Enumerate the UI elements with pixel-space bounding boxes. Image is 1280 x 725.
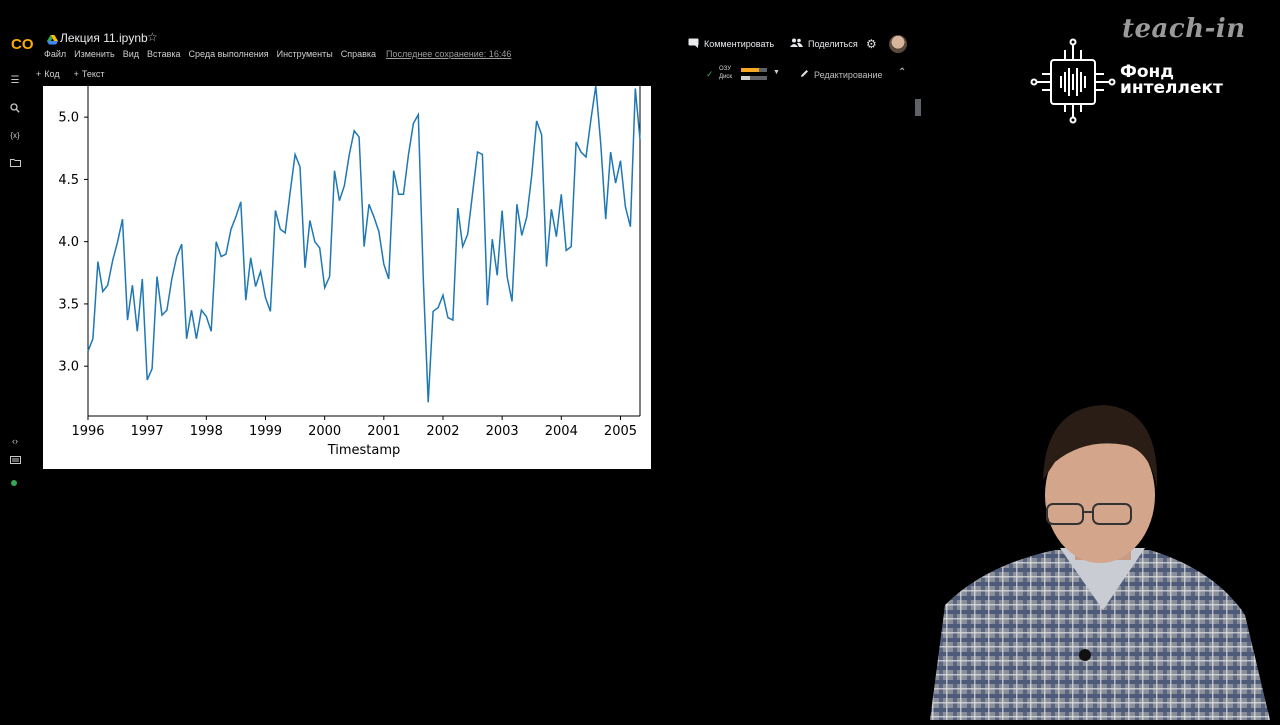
- ram-usage-fill: [741, 68, 760, 72]
- share-label: Поделиться: [808, 38, 858, 49]
- menu-bar: Файл Изменить Вид Вставка Среда выполнен…: [44, 49, 511, 59]
- menu-insert[interactable]: Вставка: [147, 49, 180, 59]
- teach-in-watermark: teach-in: [1122, 14, 1246, 44]
- presenter-video: [925, 400, 1280, 720]
- menu-edit[interactable]: Изменить: [74, 49, 115, 59]
- series-line: [87, 86, 641, 403]
- ram-usage-bar: [741, 68, 767, 72]
- x-tick-label: 1997: [131, 424, 164, 439]
- svg-text:CO: CO: [11, 36, 34, 53]
- x-axis-label: Timestamp: [327, 443, 401, 458]
- y-axis-ticks: 3.0 3.5 4.0 4.5 5.0: [58, 111, 88, 375]
- add-code-button[interactable]: + Код: [36, 69, 60, 79]
- add-text-button[interactable]: + Текст: [74, 69, 105, 79]
- fund-name-line2: интеллект: [1120, 78, 1223, 98]
- avatar[interactable]: [889, 35, 907, 53]
- last-save-link[interactable]: Последнее сохранение: 16:46: [386, 49, 511, 59]
- line-chart: 3.0 3.5 4.0 4.5 5.0 1996 1997 1998 1999 2000 2001…: [43, 86, 651, 469]
- folder-icon[interactable]: [8, 158, 22, 170]
- x-tick-label: 1996: [71, 424, 104, 439]
- fund-logo-icon: [1030, 36, 1116, 124]
- add-text-label: Текст: [81, 69, 105, 79]
- code-snippets-icon[interactable]: ‹›: [8, 435, 22, 447]
- menu-runtime[interactable]: Среда выполнения: [189, 49, 269, 59]
- x-tick-label: 1999: [249, 424, 282, 439]
- menu-help[interactable]: Справка: [341, 49, 376, 59]
- runtime-status-icon: [11, 480, 17, 486]
- y-tick-label: 3.0: [58, 360, 79, 375]
- fund-name: Фонд интеллект: [1120, 64, 1223, 98]
- x-tick-label: 2002: [426, 424, 459, 439]
- add-code-label: Код: [44, 69, 60, 79]
- disk-usage-bar: [741, 76, 767, 80]
- x-tick-label: 2003: [486, 424, 519, 439]
- gear-icon[interactable]: ⚙: [866, 37, 877, 51]
- chevron-down-icon[interactable]: ▼: [773, 69, 780, 76]
- editing-mode-button[interactable]: Редактирование: [800, 69, 883, 80]
- search-icon[interactable]: [8, 103, 22, 115]
- x-tick-label: 2004: [545, 424, 578, 439]
- plus-icon: +: [36, 69, 42, 79]
- drive-icon: [47, 32, 58, 45]
- notebook-title[interactable]: Лекция 11.ipynb: [60, 31, 148, 45]
- share-button[interactable]: Поделиться: [790, 38, 858, 49]
- comment-icon: [688, 38, 699, 50]
- menu-view[interactable]: Вид: [123, 49, 139, 59]
- x-tick-label: 1998: [190, 424, 223, 439]
- chart-svg: 3.0 3.5 4.0 4.5 5.0 1996 1997 1998 1999 2000 2001…: [58, 86, 641, 458]
- colab-logo[interactable]: CO: [10, 30, 38, 58]
- pencil-icon: [800, 69, 809, 80]
- disk-usage-fill: [741, 76, 751, 80]
- variables-icon[interactable]: {x}: [8, 130, 22, 142]
- menu-file[interactable]: Файл: [44, 49, 66, 59]
- menu-tools[interactable]: Инструменты: [277, 49, 333, 59]
- scrollbar-thumb[interactable]: [915, 99, 921, 116]
- y-tick-label: 5.0: [58, 111, 79, 126]
- y-tick-label: 4.0: [58, 235, 79, 250]
- x-tick-label: 2005: [604, 424, 637, 439]
- cell-output-image: 3.0 3.5 4.0 4.5 5.0 1996 1997 1998 1999 2000 2001…: [43, 86, 651, 469]
- y-tick-label: 4.5: [58, 173, 79, 188]
- comment-button[interactable]: Комментировать: [688, 38, 774, 50]
- ram-label: ОЗУ: [719, 66, 732, 72]
- resource-monitor[interactable]: [706, 62, 772, 84]
- cell-toolbar: + Код + Текст: [36, 69, 105, 79]
- editing-label: Редактирование: [814, 69, 883, 80]
- chevron-up-icon[interactable]: ⌃: [898, 67, 906, 78]
- x-tick-label: 2001: [367, 424, 400, 439]
- people-icon: [790, 38, 803, 49]
- y-tick-label: 3.5: [58, 297, 79, 312]
- star-icon[interactable]: ☆: [147, 30, 158, 44]
- x-tick-label: 2000: [308, 424, 341, 439]
- command-palette-icon[interactable]: [8, 456, 22, 468]
- table-of-contents-icon[interactable]: ☰: [8, 75, 22, 87]
- comment-label: Комментировать: [704, 39, 775, 49]
- disk-label: Диск: [719, 74, 733, 80]
- plus-icon: +: [73, 69, 79, 79]
- chart-axes: [87, 86, 641, 417]
- x-axis-ticks: 1996 1997 1998 1999 2000 2001 2002 2003 2004 2005: [71, 416, 637, 439]
